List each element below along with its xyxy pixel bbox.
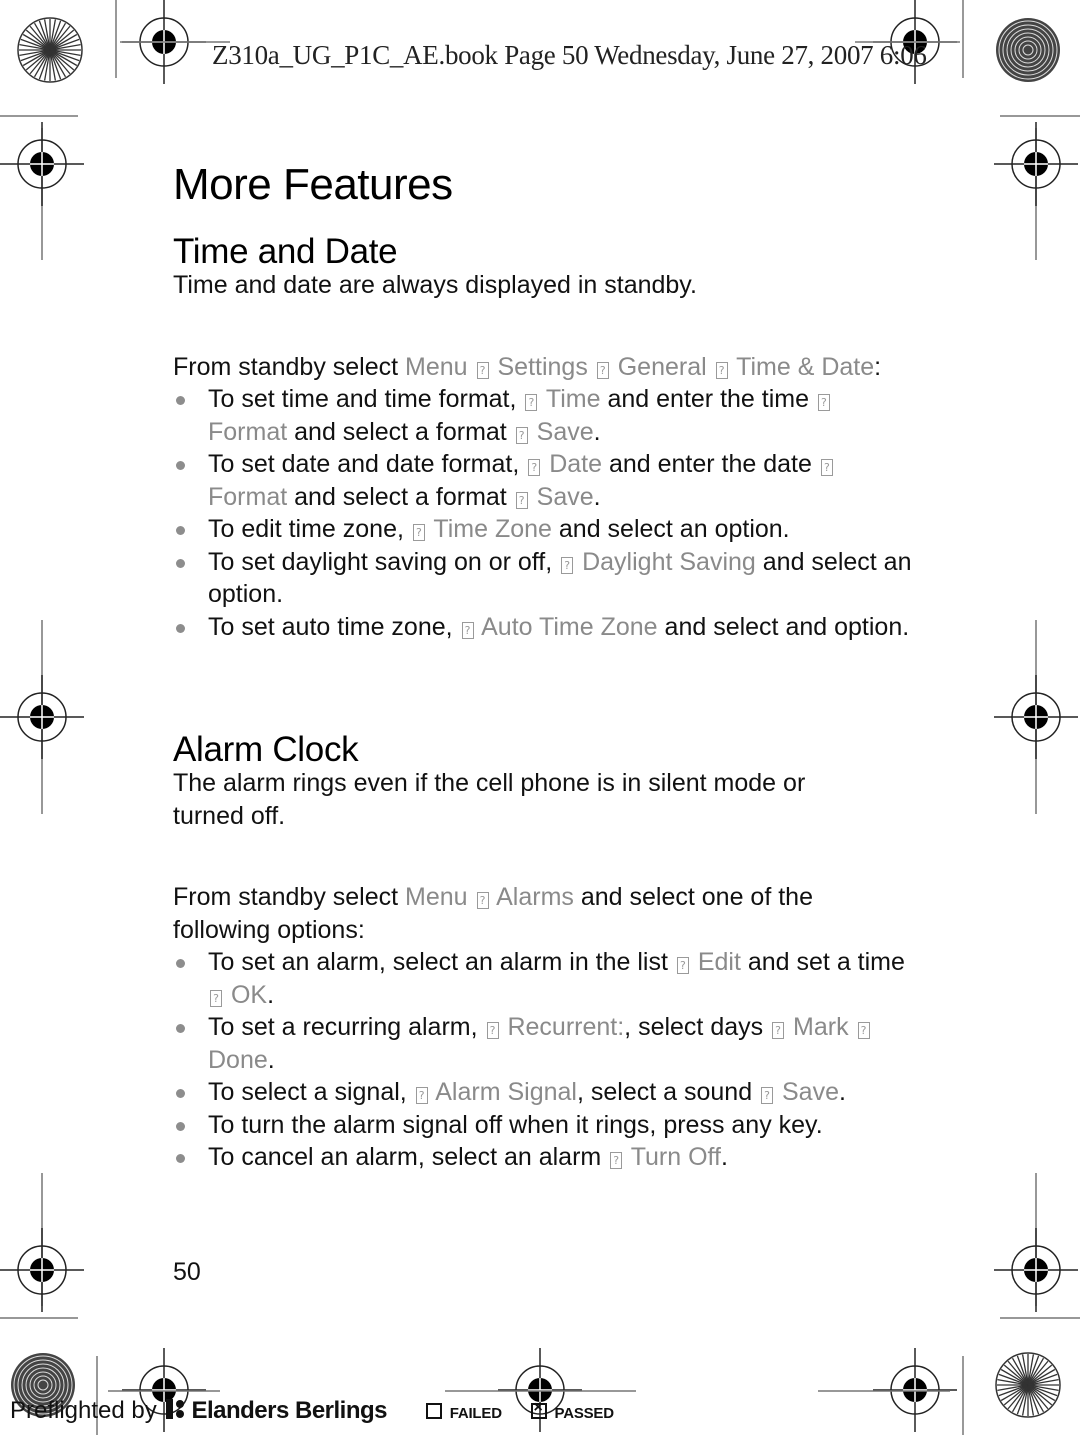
arrow-icon: ? — [857, 1022, 870, 1039]
ui-command-label: Done — [208, 1045, 268, 1074]
menu-item-label: Menu — [405, 883, 468, 911]
menu-path: From standby select Menu ? Settings ? Ge… — [173, 351, 913, 384]
arrow-icon: ? — [515, 491, 528, 509]
list-item: To cancel an alarm, select an alarm ? Tu… — [173, 1141, 913, 1174]
arrow-icon: ? — [596, 361, 609, 379]
arrow-icon: ? — [415, 1087, 428, 1104]
ui-command-label: Mark — [793, 1013, 849, 1041]
section-heading: Alarm Clock — [173, 730, 359, 769]
ui-command-label: Date — [549, 450, 603, 478]
menu-path: From standby select Menu ? Alarms and se… — [173, 881, 873, 946]
arrow-icon: ? — [476, 361, 489, 379]
menu-path-items: Menu ? Alarms — [405, 883, 574, 911]
starburst-mark-bottom-right — [995, 1352, 1061, 1418]
failed-checkbox[interactable] — [425, 1403, 442, 1419]
arrow-icon: ? — [461, 621, 474, 639]
preflighted-by-label: Preflighted by — [10, 1397, 157, 1424]
arrow-icon: ? — [676, 957, 689, 974]
menu-item-label: Settings — [497, 352, 588, 381]
list-item: To set auto time zone, ? Auto Time Zone … — [173, 611, 913, 644]
ui-command-label: Save — [536, 482, 594, 511]
ui-command-label: Save — [536, 417, 594, 446]
list-item: To set daylight saving on or off, ? Dayl… — [173, 546, 913, 611]
ui-command-label: Turn Off — [630, 1143, 721, 1171]
arrow-icon: ? — [528, 459, 541, 476]
rings-mark-top-right — [995, 17, 1061, 83]
page-number: 50 — [173, 1258, 201, 1286]
registration-mark-right-top — [993, 121, 1079, 207]
registration-mark-left-top — [0, 121, 85, 207]
registration-mark-left-middle — [0, 674, 85, 760]
registration-mark-bottom-right — [872, 1347, 958, 1433]
brand-name: Elanders Berlings — [191, 1397, 388, 1424]
arrow-icon: ? — [715, 361, 728, 379]
menu-item-label: General — [617, 352, 707, 381]
list-item: To select a signal, ? Alarm Signal, sele… — [173, 1076, 913, 1109]
page-slug: Z310a_UG_P1C_AE.book Page 50 Wednesday, … — [212, 40, 927, 70]
ui-command-label: Recurrent: — [507, 1013, 625, 1041]
ui-command-label: Daylight Saving — [582, 547, 756, 576]
instruction-list: To set an alarm, select an alarm in the … — [173, 946, 913, 1174]
section-time-and-date: Time and Date Time and date are always d… — [173, 232, 913, 643]
page-title: More Features — [173, 160, 453, 209]
ui-command-label: Alarm Signal — [435, 1078, 577, 1106]
ui-command-label: OK — [230, 980, 268, 1009]
arrow-icon: ? — [820, 459, 833, 476]
arrow-icon: ? — [772, 1022, 785, 1039]
list-item: To set an alarm, select an alarm in the … — [173, 946, 913, 1011]
arrow-icon: ? — [412, 524, 425, 541]
ui-command-label: Save — [782, 1078, 839, 1106]
menu-path-items: Menu ? Settings ? General ? Time & Date — [405, 353, 874, 381]
instruction-list: To set time and time format, ? Time and … — [173, 383, 913, 643]
registration-mark-right-bottom — [993, 1227, 1079, 1313]
menu-item-label: Time & Date — [736, 352, 875, 381]
passed-label: PASSED — [554, 1405, 615, 1422]
menu-path-prefix: From standby select — [173, 352, 406, 381]
section-intro: Time and date are always displayed in st… — [173, 271, 697, 299]
arrow-icon: ? — [515, 426, 528, 444]
ui-command-label: Edit — [697, 948, 741, 976]
print-marks — [0, 0, 1080, 1435]
arrow-icon: ? — [525, 394, 538, 411]
passed-checkbox[interactable] — [530, 1399, 547, 1419]
section-intro: The alarm rings even if the cell phone i… — [173, 769, 806, 830]
ui-command-label: Auto Time Zone — [481, 612, 658, 641]
starburst-mark-top-left — [17, 17, 83, 83]
failed-label: FAILED — [449, 1405, 502, 1422]
elanders-logo-icon — [166, 1399, 185, 1419]
list-item: To set time and time format, ? Time and … — [173, 383, 913, 448]
ui-command-label: Format — [208, 417, 288, 446]
arrow-icon: ? — [817, 394, 830, 411]
arrow-icon: ? — [610, 1152, 623, 1169]
menu-path-suffix: : — [874, 352, 882, 381]
menu-item-label: Alarms — [496, 883, 574, 911]
list-item: To set date and date format, ? Date and … — [173, 448, 913, 513]
list-item: To set a recurring alarm, ? Recurrent:, … — [173, 1011, 913, 1076]
arrow-icon: ? — [761, 1087, 774, 1104]
section-alarm-clock: Alarm Clock The alarm rings even if the … — [173, 730, 913, 1174]
menu-path-prefix: From standby select — [173, 883, 406, 911]
arrow-icon: ? — [210, 989, 222, 1007]
registration-mark-left-bottom — [0, 1227, 85, 1313]
section-heading: Time and Date — [173, 232, 398, 271]
preflight-footer: Preflighted by Elanders Berlings FAILED … — [10, 1397, 614, 1425]
ui-command-label: Time — [545, 385, 601, 413]
arrow-icon: ? — [561, 556, 574, 574]
ui-command-label: Time Zone — [433, 515, 552, 543]
list-item: To turn the alarm signal off when it rin… — [173, 1109, 913, 1142]
arrow-icon: ? — [486, 1022, 499, 1039]
ui-command-label: Format — [208, 482, 288, 511]
list-item: To edit time zone, ? Time Zone and selec… — [173, 513, 913, 546]
arrow-icon: ? — [476, 892, 489, 909]
menu-item-label: Menu — [405, 352, 468, 381]
registration-mark-right-middle — [993, 674, 1079, 760]
